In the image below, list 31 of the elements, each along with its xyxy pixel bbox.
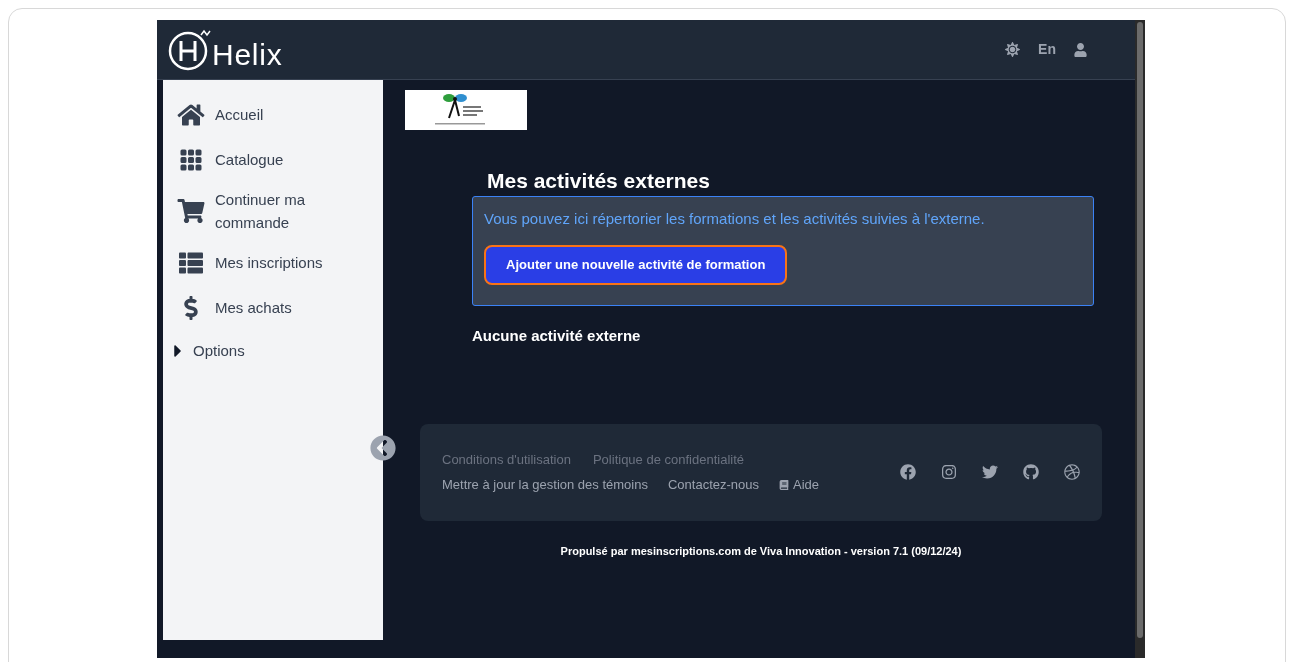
sidebar-item[interactable]: Mes achats [177, 291, 383, 324]
scrollbar[interactable] [1135, 20, 1145, 658]
book-icon [779, 479, 789, 490]
logo-icon [167, 28, 211, 71]
cart-icon [177, 199, 205, 223]
sidebar-item[interactable]: Catalogue [177, 143, 383, 176]
add-activity-button[interactable]: Ajouter une nouvelle activité de formation [484, 245, 788, 285]
house-icon [177, 102, 205, 127]
page-title: Mes activités externes [487, 168, 711, 194]
info-text: Vous pouvez ici répertorier les formations et les activités suivies à l'externe. [484, 209, 985, 229]
sidebar-item[interactable]: Continuer ma commande [177, 188, 383, 234]
instagram-icon[interactable] [941, 464, 957, 480]
empty-message: Aucune activité externe [472, 326, 642, 346]
dribbble-icon[interactable] [1064, 464, 1080, 480]
list-icon [177, 250, 205, 275]
facebook-icon[interactable] [900, 464, 916, 480]
footer-link[interactable]: Mettre à jour la gestion des témoins [442, 475, 648, 495]
grid-icon [177, 147, 205, 172]
collapse-icon[interactable] [370, 435, 396, 461]
powered-by-text: Propulsé par mesinscriptions.com de Viva Innovation - version 7.1 (09/12/24) [559, 543, 963, 559]
sidebar-item[interactable]: Mes inscriptions [177, 246, 383, 279]
footer-link[interactable]: Contactez-nous [667, 475, 759, 495]
user-icon[interactable] [1074, 42, 1087, 57]
sidebar-item[interactable]: Accueil [177, 98, 383, 131]
twitter-icon[interactable] [982, 464, 998, 480]
sidebar-item[interactable]: Options [177, 336, 383, 366]
sun-icon[interactable] [1005, 42, 1021, 57]
github-icon[interactable] [1023, 464, 1039, 480]
footer-link[interactable]: Aide [779, 475, 820, 495]
brand-name: Helix [212, 38, 283, 71]
language-toggle[interactable]: En [1038, 39, 1056, 60]
